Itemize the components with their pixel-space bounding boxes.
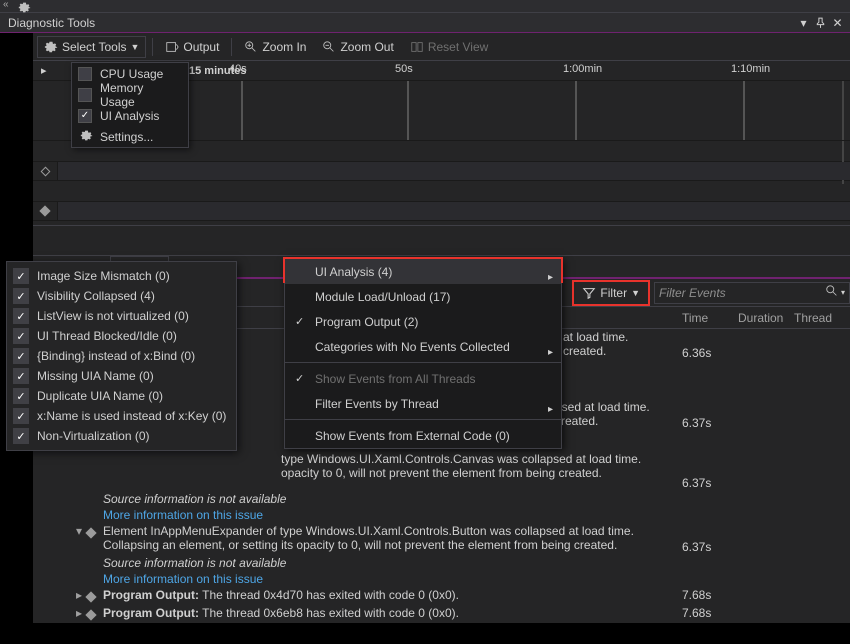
select-tools-label: Select Tools xyxy=(62,40,126,54)
more-info-link[interactable]: More information on this issue xyxy=(103,572,674,586)
filter-menu-item[interactable]: Show Events from External Code (0) xyxy=(285,423,561,448)
filter-menu-item[interactable]: Module Load/Unload (17) xyxy=(285,284,561,309)
zoom-in-label: Zoom In xyxy=(262,40,306,54)
dropdown-icon[interactable]: ▾ xyxy=(797,16,810,29)
select-tools-item[interactable]: Memory Usage xyxy=(72,84,188,105)
expand-icon[interactable]: ▸ xyxy=(71,606,87,620)
zoom-in-button[interactable]: Zoom In xyxy=(238,37,312,57)
category-item[interactable]: ListView is not virtualized (0) xyxy=(7,306,236,326)
timeline-tick: 1:10min xyxy=(731,63,770,75)
filter-button[interactable]: Filter ▼ xyxy=(572,280,650,306)
event-row[interactable]: ▸ Program Output: The thread 0x6eb8 has … xyxy=(33,605,850,623)
category-item[interactable]: x:Name is used instead of x:Key (0) xyxy=(7,406,236,426)
check-icon[interactable] xyxy=(13,388,29,404)
category-item[interactable]: {Binding} instead of x:Bind (0) xyxy=(7,346,236,366)
category-item[interactable]: Duplicate UIA Name (0) xyxy=(7,386,236,406)
category-item[interactable]: Non-Virtualization (0) xyxy=(7,426,236,446)
filter-search-input[interactable] xyxy=(659,286,825,300)
check-icon[interactable] xyxy=(13,348,29,364)
events-diamond-icon xyxy=(39,205,50,216)
timeline-tick: 1:00min xyxy=(563,63,602,75)
filter-menu-item: ✓Show Events from All Threads xyxy=(285,366,561,391)
zoom-out-button[interactable]: Zoom Out xyxy=(316,37,399,57)
check-icon[interactable] xyxy=(13,308,29,324)
output-button[interactable]: Output xyxy=(159,37,225,57)
check-icon: ✓ xyxy=(295,315,304,328)
diagnostic-session-expand-icon[interactable]: ▸ xyxy=(41,64,47,77)
panel-title: Diagnostic Tools ▾ ✕ xyxy=(0,13,850,33)
select-tools-button[interactable]: Select Tools ▼ xyxy=(37,36,146,58)
col-time[interactable]: Time xyxy=(674,311,738,325)
gear-icon xyxy=(80,129,93,145)
zoom-out-label: Zoom Out xyxy=(340,40,393,54)
checkbox-icon[interactable] xyxy=(78,67,92,81)
filter-menu-item[interactable]: ✓Program Output (2) xyxy=(285,309,561,334)
diamond-icon xyxy=(85,609,96,620)
chevron-down-icon: ▼ xyxy=(130,42,139,52)
timeline-tick: 40s xyxy=(229,63,247,75)
events-track[interactable] xyxy=(58,162,850,180)
check-icon: ✓ xyxy=(295,372,304,385)
check-icon[interactable] xyxy=(13,328,29,344)
main-toolbar: Select Tools ▼ Output Zoom In Zoom Out R… xyxy=(33,33,850,61)
filter-menu-item[interactable]: Filter Events by Thread xyxy=(285,391,561,416)
category-item[interactable]: Missing UIA Name (0) xyxy=(7,366,236,386)
expand-icon[interactable]: ▸ xyxy=(71,588,87,602)
events-diamond-icon xyxy=(40,166,50,176)
check-icon[interactable] xyxy=(13,428,29,444)
check-icon[interactable] xyxy=(13,368,29,384)
checkbox-icon[interactable] xyxy=(78,88,92,102)
event-row[interactable]: ▾ Element InAppMenuExpander of type Wind… xyxy=(33,523,850,555)
category-item[interactable]: Image Size Mismatch (0) xyxy=(7,266,236,286)
chevron-down-icon[interactable]: ▾ xyxy=(841,288,845,297)
category-item[interactable]: UI Thread Blocked/Idle (0) xyxy=(7,326,236,346)
filter-label: Filter xyxy=(600,286,627,300)
check-icon[interactable] xyxy=(13,288,29,304)
check-icon[interactable] xyxy=(13,268,29,284)
event-row[interactable]: ▸ Program Output: The thread 0x4d70 has … xyxy=(33,587,850,605)
search-icon[interactable] xyxy=(825,284,839,301)
select-tools-menu: CPU Usage Memory Usage UI Analysis Setti… xyxy=(71,62,189,148)
filter-menu-item[interactable]: Categories with No Events Collected xyxy=(285,334,561,359)
chevron-down-icon: ▼ xyxy=(631,288,640,298)
select-tools-item[interactable]: UI Analysis xyxy=(72,105,188,126)
expand-icon[interactable]: ▾ xyxy=(71,524,87,538)
check-icon[interactable] xyxy=(13,408,29,424)
reset-view-label: Reset View xyxy=(428,40,488,54)
left-panel-chevron-icon[interactable]: « xyxy=(3,0,9,10)
settings-item[interactable]: Settings... xyxy=(72,126,188,147)
reset-view-button: Reset View xyxy=(404,37,494,57)
checkbox-icon[interactable] xyxy=(78,109,92,123)
pin-icon[interactable] xyxy=(814,16,827,29)
event-row[interactable]: type Windows.UI.Xaml.Controls.Canvas was… xyxy=(33,451,850,491)
panel-title-text: Diagnostic Tools xyxy=(8,16,95,30)
diamond-icon xyxy=(85,527,96,538)
ui-analysis-categories-menu: Image Size Mismatch (0) Visibility Colla… xyxy=(6,261,237,451)
diamond-icon xyxy=(85,591,96,602)
close-icon[interactable]: ✕ xyxy=(831,16,844,29)
filter-search-box[interactable]: ▾ xyxy=(654,282,850,304)
output-label: Output xyxy=(183,40,219,54)
events-track[interactable] xyxy=(58,202,850,220)
filter-menu-item[interactable]: UI Analysis (4) xyxy=(285,259,561,284)
more-info-link[interactable]: More information on this issue xyxy=(103,508,674,522)
col-duration[interactable]: Duration xyxy=(738,311,794,325)
col-thread[interactable]: Thread xyxy=(794,311,850,325)
timeline-tick: 50s xyxy=(395,63,413,75)
category-item[interactable]: Visibility Collapsed (4) xyxy=(7,286,236,306)
filter-dropdown-menu: UI Analysis (4) Module Load/Unload (17) … xyxy=(284,258,562,449)
